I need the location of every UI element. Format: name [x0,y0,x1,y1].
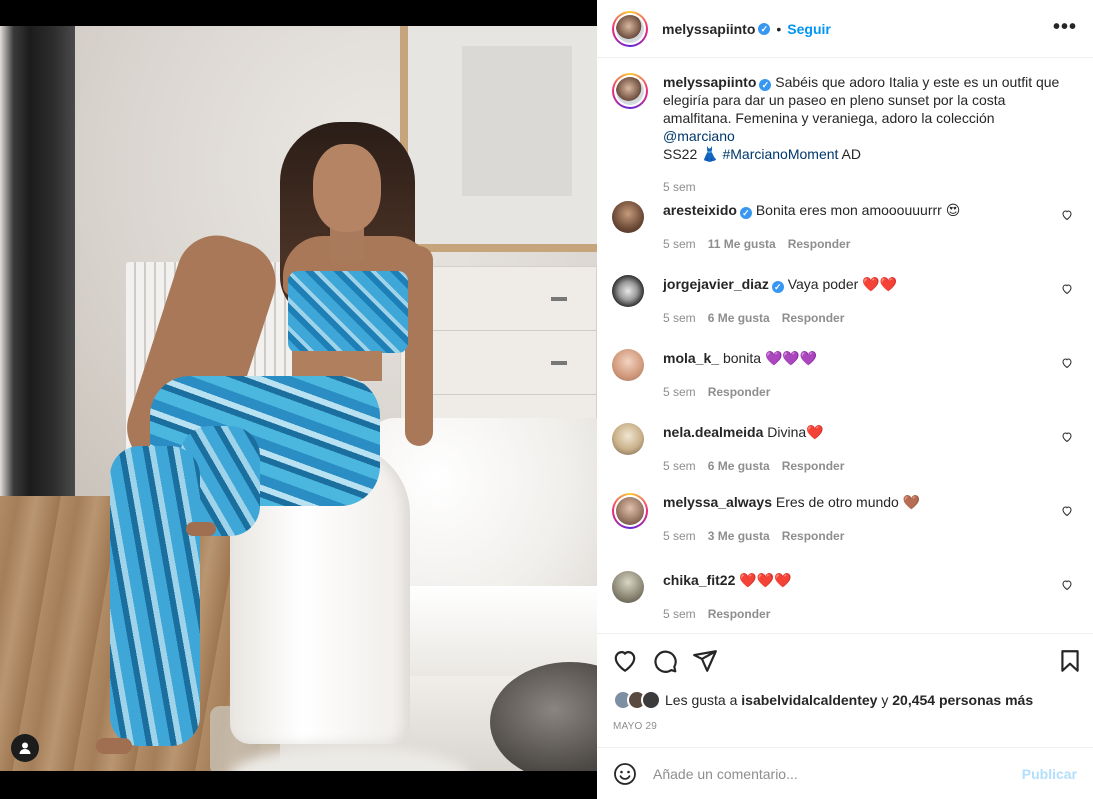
likes-middle: y [881,692,889,708]
comment-like-icon[interactable] [1061,579,1073,591]
comment-text: bonita [722,350,762,366]
likes-user[interactable]: isabelvidalcaldentey [741,692,877,708]
photo-person-leg [110,446,200,746]
post-caption: melyssapiinto ✓ Sabéis que adoro Italia y… [612,73,1063,196]
comment-icon[interactable] [652,648,678,674]
verified-badge-icon: ✓ [771,281,784,293]
comment-like-icon[interactable] [1061,357,1073,369]
commenter-avatar[interactable] [612,423,644,455]
commenter-avatar[interactable] [612,201,644,233]
comment-time[interactable]: 5 sem [663,385,696,399]
reply-button[interactable]: Responder [782,459,845,473]
dress-emoji: 👗 [701,147,719,163]
caption-hashtag[interactable]: #MarcianoMoment [722,146,838,162]
comment-time[interactable]: 5 sem [663,529,696,543]
photo-person-foot [186,522,216,536]
comment-like-icon[interactable] [1061,505,1073,517]
comment-item: aresteixido ✓ Bonita eres mon amooouuurrr… [612,201,1078,253]
comment-text: Bonita eres mon amooouuurrr [755,202,942,218]
post-header: melyssapiinto ✓ • Seguir ••• [597,0,1093,58]
comment-username[interactable]: jorgejavier_diaz [663,276,769,292]
reply-button[interactable]: Responder [708,385,771,399]
add-comment-bar: Publicar [597,747,1093,799]
comment-time[interactable]: 5 sem [663,607,696,621]
caption-mention[interactable]: @marciano [663,128,735,144]
likes-summary[interactable]: Les gusta a isabelvidalcaldentey y 20,45… [613,690,1033,710]
commenter-avatar[interactable] [612,349,644,381]
user-tag-icon[interactable] [11,734,39,762]
post-media[interactable] [0,0,597,799]
follow-button[interactable]: Seguir [787,21,831,37]
comment-emoji: 😍 [945,203,961,219]
comment-text: Eres de otro mundo [775,494,899,510]
comment-username[interactable]: aresteixido [663,202,737,218]
author-username[interactable]: melyssapiinto [662,21,755,37]
photo-person-foot [96,738,132,754]
comment-emoji: ❤️❤️ [862,277,898,293]
likes-prefix: Les gusta a [665,692,738,708]
bookmark-icon[interactable] [1057,648,1083,674]
separator-dot: • [776,20,782,37]
heart-icon[interactable] [612,648,638,674]
comment-time[interactable]: 5 sem [663,311,696,325]
comment-text: Divina [767,424,807,440]
comment-item: mola_k_ bonita 💜💜💜 5 sem Responder [612,349,1078,401]
comment-emoji: ❤️ [806,425,824,441]
comment-item: melyssa_always Eres de otro mundo 🤎 5 se… [612,493,1078,545]
comment-likes[interactable]: 3 Me gusta [708,529,770,543]
photo-person-top [288,271,408,353]
comment-time[interactable]: 5 sem [663,237,696,251]
author-avatar[interactable] [612,10,648,47]
commenter-avatar[interactable] [612,493,648,529]
liker-avatars [613,690,661,710]
more-options-icon[interactable]: ••• [1053,17,1077,37]
reply-button[interactable]: Responder [708,607,771,621]
post-date[interactable]: MAYO 29 [613,721,657,732]
comment-item: chika_fit22 ❤️❤️❤️ 5 sem Responder [612,571,1078,623]
commenter-avatar[interactable] [612,275,644,307]
share-icon[interactable] [692,648,718,674]
verified-badge-icon: ✓ [758,22,771,35]
post-photo[interactable] [0,26,597,771]
comment-time[interactable]: 5 sem [663,459,696,473]
comment-username[interactable]: melyssa_always [663,494,772,510]
comment-likes[interactable]: 11 Me gusta [708,237,776,251]
comment-item: jorgejavier_diaz ✓ Vaya poder ❤️❤️ 5 sem 6… [612,275,1078,327]
caption-time[interactable]: 5 sem [663,180,696,194]
caption-suffix: AD [841,146,861,162]
comment-text: Vaya poder [787,276,859,292]
comment-emoji: 🤎 [902,495,921,511]
verified-badge-icon: ✓ [739,207,752,219]
comment-username[interactable]: chika_fit22 [663,572,735,588]
photo-person-face [313,144,381,232]
comment-item: nela.dealmeida Divina❤️ 5 sem 6 Me gusta R… [612,423,1078,475]
smiley-icon[interactable] [613,762,637,786]
comment-like-icon[interactable] [1061,431,1073,443]
reply-button[interactable]: Responder [782,529,845,543]
comments-list[interactable]: melyssapiinto ✓ Sabéis que adoro Italia y… [597,59,1093,633]
reply-button[interactable]: Responder [788,237,851,251]
post-actions: Les gusta a isabelvidalcaldentey y 20,45… [597,633,1093,747]
comment-like-icon[interactable] [1061,209,1073,221]
comment-input[interactable] [653,765,1022,782]
comment-username[interactable]: mola_k_ [663,350,719,366]
comment-like-icon[interactable] [1061,283,1073,295]
comment-emoji: 💜💜💜 [764,351,818,367]
comment-username[interactable]: nela.dealmeida [663,424,763,440]
comment-emoji: ❤️❤️❤️ [739,573,792,589]
caption-avatar[interactable] [612,73,648,109]
post-sidebar: melyssapiinto ✓ • Seguir ••• melyssapiin… [597,0,1093,799]
caption-text-tail: SS22 [663,146,698,162]
likes-count[interactable]: 20,454 personas más [892,692,1033,708]
comment-likes[interactable]: 6 Me gusta [708,459,770,473]
caption-username[interactable]: melyssapiinto [663,74,756,90]
commenter-avatar[interactable] [612,571,644,603]
comment-likes[interactable]: 6 Me gusta [708,311,770,325]
photo-map-art [462,46,572,196]
reply-button[interactable]: Responder [782,311,845,325]
verified-badge-icon: ✓ [759,79,772,91]
publish-button[interactable]: Publicar [1022,766,1077,782]
